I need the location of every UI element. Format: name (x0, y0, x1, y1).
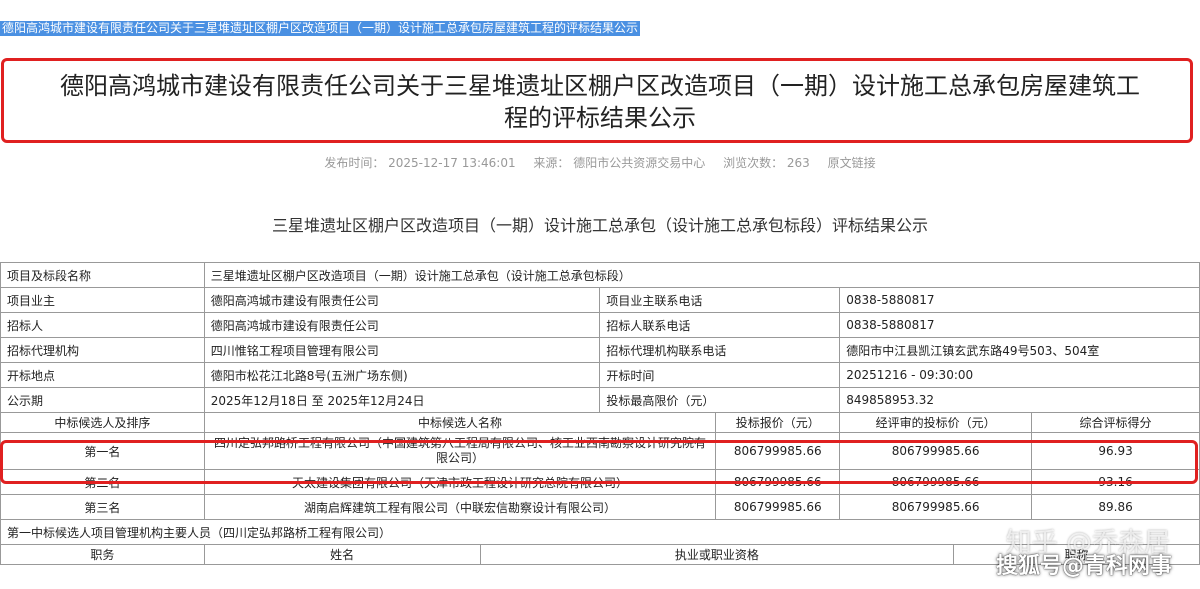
table-row: 项目业主 德阳高鸿城市建设有限责任公司 项目业主联系电话 0838-588081… (0, 287, 1200, 313)
tenderer-label: 招标人 (0, 312, 205, 338)
agency-label: 招标代理机构 (0, 337, 205, 363)
open-time-value: 20251216 - 09:30:00 (839, 362, 1200, 388)
view-count: 浏览次数： 263 (723, 156, 810, 170)
open-time-label: 开标时间 (599, 362, 841, 388)
period-label: 公示期 (0, 387, 205, 413)
owner-phone-label: 项目业主联系电话 (599, 287, 841, 313)
open-place-label: 开标地点 (0, 362, 205, 388)
tenderer-value: 德阳高鸿城市建设有限责任公司 (203, 312, 601, 338)
owner-value: 德阳高鸿城市建设有限责任公司 (203, 287, 601, 313)
table-row: 招标人 德阳高鸿城市建设有限责任公司 招标人联系电话 0838-5880817 (0, 312, 1200, 338)
agency-value: 四川惟铭工程项目管理有限公司 (203, 337, 601, 363)
project-value: 三星堆遗址区棚户区改造项目（一期）设计施工总承包（设计施工总承包标段） (203, 262, 1200, 288)
tenderer-phone-label: 招标人联系电话 (599, 312, 841, 338)
max-price-value: 849858953.32 (839, 387, 1200, 413)
period-value: 2025年12月18日 至 2025年12月24日 (203, 387, 601, 413)
table-row: 招标代理机构 四川惟铭工程项目管理有限公司 招标代理机构联系电话 德阳市中江县凯… (0, 337, 1200, 363)
candidate-score: 89.86 (1031, 494, 1200, 520)
table-row: 公示期 2025年12月18日 至 2025年12月24日 投标最高限价（元） … (0, 387, 1200, 413)
title-line-2: 程的评标结果公示 (504, 104, 696, 132)
publish-time: 发布时间： 2025-12-17 13:46:01 (324, 156, 516, 170)
score-header: 综合评标得分 (1031, 412, 1200, 433)
table-row: 开标地点 德阳市松花江北路8号(五洲广场东侧) 开标时间 20251216 - … (0, 362, 1200, 388)
selected-text-line: 德阳高鸿城市建设有限责任公司关于三星堆遗址区棚户区改造项目（一期）设计施工总承包… (0, 21, 641, 36)
bid-header: 投标报价（元） (715, 412, 841, 433)
section-subtitle: 三星堆遗址区棚户区改造项目（一期）设计施工总承包（设计施工总承包标段）评标结果公… (271, 216, 928, 235)
staff-name-header: 姓名 (203, 544, 481, 565)
candidate-rank: 第三名 (0, 494, 205, 520)
owner-label: 项目业主 (0, 287, 205, 313)
candidate-row: 第三名 湖南启辉建筑工程有限公司（中联宏信勘察设计有限公司） 806799985… (0, 494, 1200, 520)
table-row: 项目及标段名称 三星堆遗址区棚户区改造项目（一期）设计施工总承包（设计施工总承包… (0, 262, 1200, 288)
staff-qualification-header: 执业或职业资格 (479, 544, 955, 565)
winner-highlight-box (0, 440, 1198, 484)
candidate-name: 湖南启辉建筑工程有限公司（中联宏信勘察设计有限公司） (203, 494, 717, 520)
article-meta: 发布时间： 2025-12-17 13:46:01 来源： 德阳市公共资源交易中… (0, 154, 1200, 171)
agency-phone-label: 招标代理机构联系电话 (599, 337, 841, 363)
project-label: 项目及标段名称 (0, 262, 205, 288)
reviewed-header: 经评审的投标价（元） (839, 412, 1033, 433)
result-table: 项目及标段名称 三星堆遗址区棚户区改造项目（一期）设计施工总承包（设计施工总承包… (0, 262, 1200, 565)
max-price-label: 投标最高限价（元） (599, 387, 841, 413)
agency-phone-value: 德阳市中江县凯江镇玄武东路49号503、504室 (839, 337, 1200, 363)
owner-phone-value: 0838-5880817 (839, 287, 1200, 313)
tenderer-phone-value: 0838-5880817 (839, 312, 1200, 338)
sohu-watermark: 搜狐号@青科网事 (995, 554, 1172, 579)
original-link[interactable]: 原文链接 (828, 156, 876, 170)
page-title: 德阳高鸿城市建设有限责任公司关于三星堆遗址区棚户区改造项目（一期）设计施工总承包… (0, 70, 1200, 134)
source: 来源： 德阳市公共资源交易中心 (533, 156, 706, 170)
staff-post-header: 职务 (0, 544, 205, 565)
rank-header: 中标候选人及排序 (0, 412, 205, 433)
candidate-bid: 806799985.66 (715, 494, 841, 520)
title-line-1: 德阳高鸿城市建设有限责任公司关于三星堆遗址区棚户区改造项目（一期）设计施工总承包… (60, 72, 1140, 100)
open-place-value: 德阳市松花江北路8号(五洲广场东侧) (203, 362, 601, 388)
candidates-header-row: 中标候选人及排序 中标候选人名称 投标报价（元） 经评审的投标价（元） 综合评标… (0, 412, 1200, 433)
candidate-name-header: 中标候选人名称 (203, 412, 717, 433)
candidate-reviewed: 806799985.66 (839, 494, 1033, 520)
